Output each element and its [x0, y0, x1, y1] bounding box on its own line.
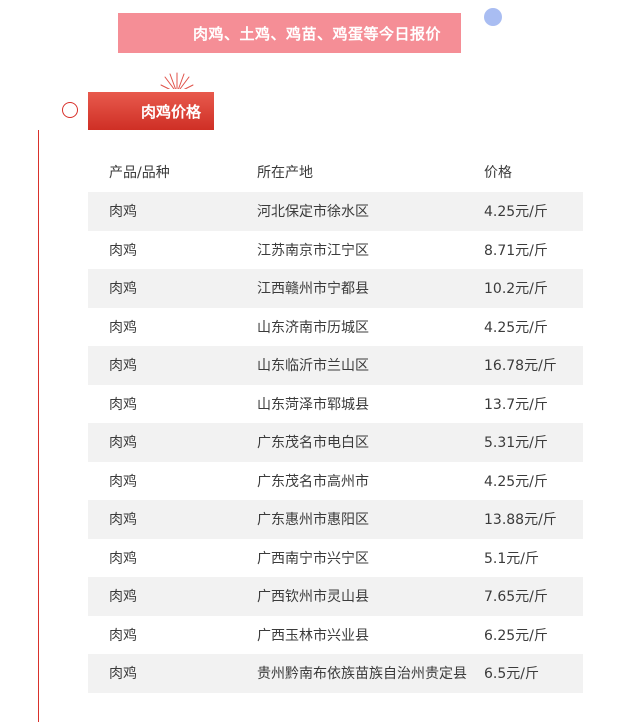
cell-price: 8.71元/斤	[484, 242, 548, 259]
cell-origin: 山东济南市历城区	[257, 319, 369, 336]
cell-origin: 广东茂名市电白区	[257, 435, 369, 452]
cell-product: 肉鸡	[109, 396, 137, 413]
page-banner: 肉鸡、土鸡、鸡苗、鸡蛋等今日报价	[118, 13, 461, 53]
section-vertical-line	[38, 130, 39, 722]
header-product: 产品/品种	[109, 165, 170, 181]
table-row: 肉鸡 山东临沂市兰山区 16.78元/斤	[88, 346, 583, 385]
circle-marker-icon	[62, 102, 78, 118]
table-row: 肉鸡 江西赣州市宁都县 10.2元/斤	[88, 269, 583, 308]
cell-price: 4.25元/斤	[484, 319, 548, 336]
cell-product: 肉鸡	[109, 281, 137, 298]
cell-price: 5.31元/斤	[484, 435, 548, 452]
cell-origin: 广东茂名市高州市	[257, 473, 369, 490]
cell-price: 10.2元/斤	[484, 281, 548, 298]
cell-origin: 广西钦州市灵山县	[257, 589, 369, 606]
table-row: 肉鸡 江苏南京市江宁区 8.71元/斤	[88, 231, 583, 270]
cell-price: 5.1元/斤	[484, 550, 539, 567]
cell-product: 肉鸡	[109, 666, 137, 683]
cell-origin: 河北保定市徐水区	[257, 204, 369, 221]
table-row: 肉鸡 广东茂名市电白区 5.31元/斤	[88, 423, 583, 462]
table-row: 肉鸡 广西钦州市灵山县 7.65元/斤	[88, 577, 583, 616]
table-row: 肉鸡 山东菏泽市郓城县 13.7元/斤	[88, 385, 583, 424]
table-row: 肉鸡 广西玉林市兴业县 6.25元/斤	[88, 616, 583, 655]
cell-origin: 江苏南京市江宁区	[257, 242, 369, 259]
cell-product: 肉鸡	[109, 204, 137, 221]
table-row: 肉鸡 山东济南市历城区 4.25元/斤	[88, 308, 583, 347]
cell-price: 13.7元/斤	[484, 396, 548, 413]
cell-price: 16.78元/斤	[484, 358, 557, 375]
cell-origin: 广西玉林市兴业县	[257, 627, 369, 644]
table-row: 肉鸡 广东茂名市高州市 4.25元/斤	[88, 462, 583, 501]
table-body: 肉鸡 河北保定市徐水区 4.25元/斤 肉鸡 江苏南京市江宁区 8.71元/斤 肉鸡 江西赣州…	[88, 192, 583, 693]
banner-title: 肉鸡、土鸡、鸡苗、鸡蛋等今日报价	[192, 24, 441, 43]
section-title-tag: 肉鸡价格	[88, 92, 214, 130]
cell-product: 肉鸡	[109, 627, 137, 644]
cell-origin: 广东惠州市惠阳区	[257, 512, 369, 529]
cell-product: 肉鸡	[109, 550, 137, 567]
header-origin: 所在产地	[257, 165, 313, 181]
cell-price: 6.5元/斤	[484, 666, 539, 683]
cell-price: 13.88元/斤	[484, 512, 557, 529]
cell-product: 肉鸡	[109, 242, 137, 259]
table-row: 肉鸡 贵州黔南布依族苗族自治州贵定县 6.5元/斤	[88, 654, 583, 693]
cell-price: 7.65元/斤	[484, 589, 548, 606]
cell-product: 肉鸡	[109, 435, 137, 452]
section-title: 肉鸡价格	[140, 102, 201, 121]
table-row: 肉鸡 广东惠州市惠阳区 13.88元/斤	[88, 500, 583, 539]
cell-product: 肉鸡	[109, 512, 137, 529]
cell-price: 4.25元/斤	[484, 473, 548, 490]
cell-product: 肉鸡	[109, 358, 137, 375]
decor-dot-icon	[484, 8, 502, 26]
page: 肉鸡、土鸡、鸡苗、鸡蛋等今日报价 肉鸡价格 产品/品种 所在产地 价格 肉鸡 河北…	[0, 0, 631, 722]
cell-origin: 广西南宁市兴宁区	[257, 550, 369, 567]
cell-origin: 江西赣州市宁都县	[257, 281, 369, 298]
cell-price: 4.25元/斤	[484, 204, 548, 221]
cell-product: 肉鸡	[109, 589, 137, 606]
header-price: 价格	[484, 165, 512, 181]
cell-origin: 山东临沂市兰山区	[257, 358, 369, 375]
cell-product: 肉鸡	[109, 319, 137, 336]
cell-price: 6.25元/斤	[484, 627, 548, 644]
table-header-row: 产品/品种 所在产地 价格	[88, 152, 583, 192]
cell-origin: 山东菏泽市郓城县	[257, 396, 369, 413]
table-row: 肉鸡 广西南宁市兴宁区 5.1元/斤	[88, 539, 583, 578]
cell-origin: 贵州黔南布依族苗族自治州贵定县	[257, 666, 467, 683]
cell-product: 肉鸡	[109, 473, 137, 490]
price-table: 产品/品种 所在产地 价格 肉鸡 河北保定市徐水区 4.25元/斤 肉鸡 江苏南京市江宁…	[88, 152, 583, 693]
table-row: 肉鸡 河北保定市徐水区 4.25元/斤	[88, 192, 583, 231]
